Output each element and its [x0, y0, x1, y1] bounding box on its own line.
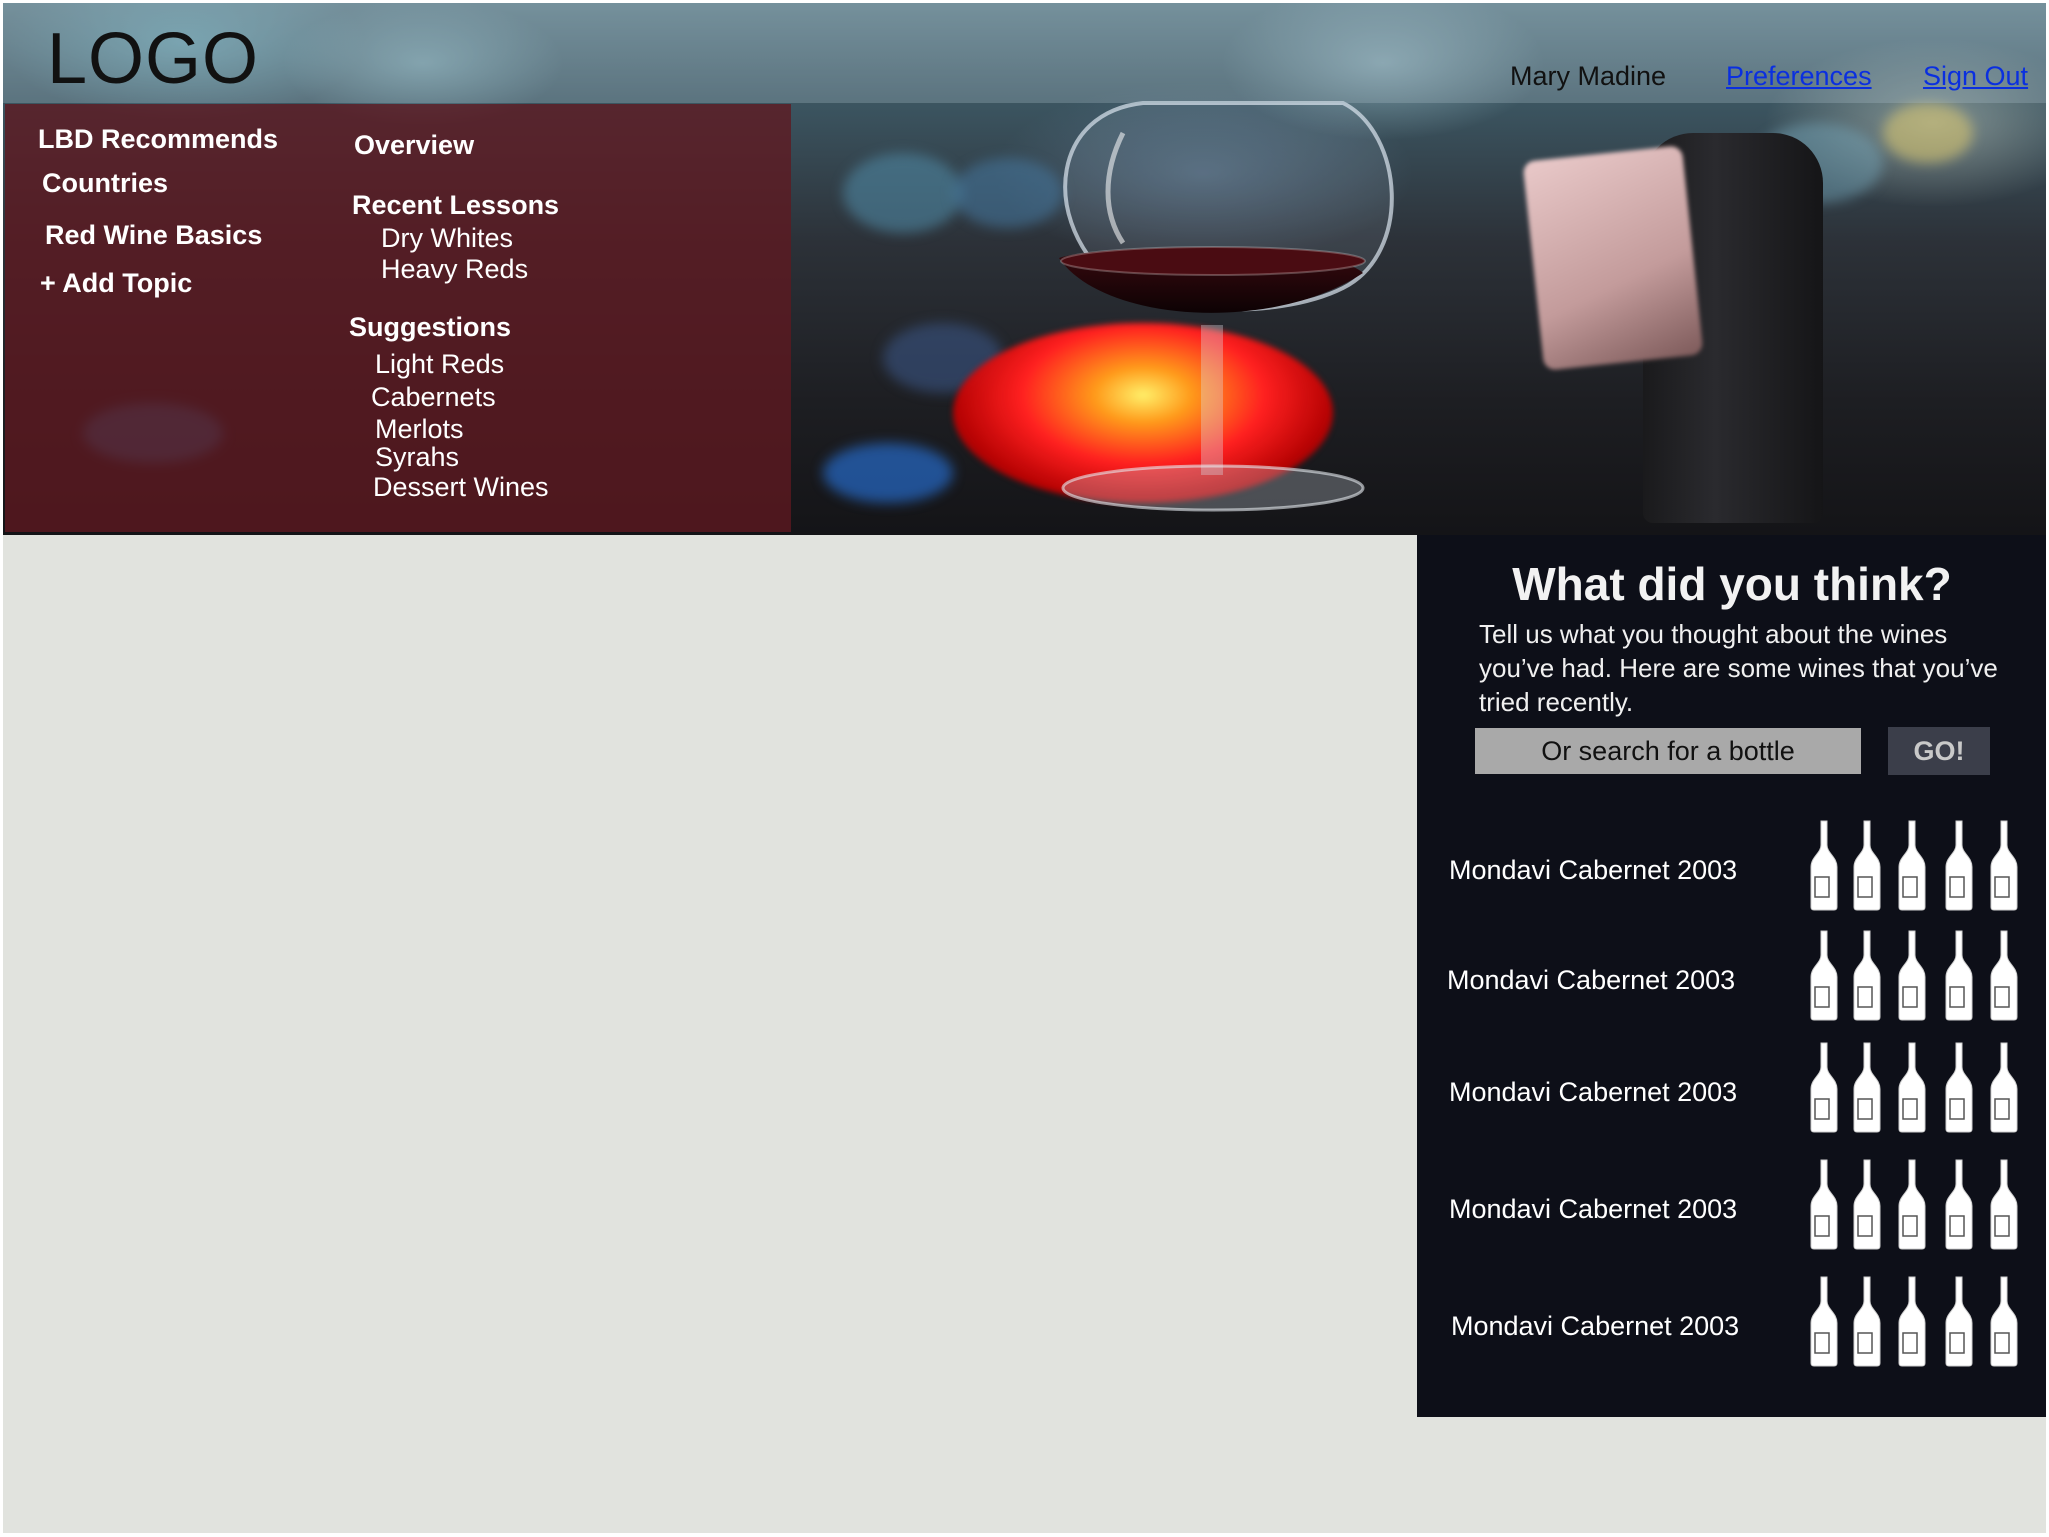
wine-bottle-icon[interactable] — [1852, 1158, 1882, 1250]
feedback-description: Tell us what you thought about the wines… — [1479, 619, 1998, 717]
wine-bottle-icon[interactable] — [1852, 1275, 1882, 1367]
wine-bottle-icon[interactable] — [1809, 1041, 1839, 1133]
preferences-link[interactable]: Preferences — [1726, 61, 1872, 92]
bottle-search-input[interactable] — [1475, 728, 1861, 774]
feedback-title: What did you think? — [1512, 558, 1952, 610]
nav-topic-countries[interactable]: Countries — [42, 168, 168, 199]
wine-bottle-icon[interactable] — [1809, 819, 1839, 911]
wine-row: Mondavi Cabernet 2003 — [1417, 1275, 2046, 1375]
navigation-panel: LBD Recommends Countries Red Wine Basics… — [5, 104, 791, 532]
go-button[interactable]: GO! — [1888, 727, 1990, 775]
recent-lessons-heading: Recent Lessons — [352, 190, 560, 220]
hero-banner: LOGO Mary Madine Preferences Sign Out LB… — [3, 3, 2046, 535]
wine-bottle-icon[interactable] — [1897, 1041, 1927, 1133]
user-name: Mary Madine — [1510, 61, 1667, 91]
feedback-panel: What did you think? Tell us what you tho… — [1417, 535, 2046, 1417]
wine-bottle-icon[interactable] — [1897, 1275, 1927, 1367]
wine-bottle-icon[interactable] — [1989, 1158, 2019, 1250]
bokeh-light — [1883, 103, 1973, 163]
nav-overview[interactable]: Overview — [354, 130, 474, 161]
wine-name: Mondavi Cabernet 2003 — [1449, 855, 1738, 885]
wine-bottle-icon[interactable] — [1809, 1158, 1839, 1250]
wine-name: Mondavi Cabernet 2003 — [1451, 1311, 1740, 1341]
nav-topic-lbd-recommends[interactable]: LBD Recommends — [38, 124, 278, 155]
suggestion-item-light-reds[interactable]: Light Reds — [375, 349, 504, 380]
wine-name: Mondavi Cabernet 2003 — [1447, 965, 1736, 995]
suggestion-item-dessert-wines[interactable]: Dessert Wines — [373, 472, 549, 503]
wine-bottle-icon[interactable] — [1897, 929, 1927, 1021]
wine-glass-illustration — [1059, 101, 1394, 512]
bottle-rating — [1809, 929, 2039, 1024]
nav-topic-red-wine-basics[interactable]: Red Wine Basics — [45, 220, 262, 251]
wine-bottle-icon[interactable] — [1989, 929, 2019, 1021]
wine-bottle-icon[interactable] — [1989, 1275, 2019, 1367]
wine-bottle-icon[interactable] — [1809, 1275, 1839, 1367]
wine-bottle-icon[interactable] — [1897, 1158, 1927, 1250]
wine-bottle-icon[interactable] — [1852, 929, 1882, 1021]
wine-row: Mondavi Cabernet 2003 — [1417, 1158, 2046, 1258]
wine-row: Mondavi Cabernet 2003 — [1417, 1041, 2046, 1141]
bottle-rating — [1809, 819, 2039, 914]
app-frame: LOGO Mary Madine Preferences Sign Out LB… — [3, 3, 2046, 1533]
wine-bottle-icon[interactable] — [1852, 819, 1882, 911]
lesson-item-heavy-reds[interactable]: Heavy Reds — [381, 254, 528, 285]
sign-out-link[interactable]: Sign Out — [1923, 61, 2028, 92]
wine-bottle-icon[interactable] — [1944, 929, 1974, 1021]
wine-row: Mondavi Cabernet 2003 — [1417, 819, 2046, 919]
wine-bottle-icon[interactable] — [1944, 1275, 1974, 1367]
wine-bottle-icon[interactable] — [1944, 1158, 1974, 1250]
wine-bottle-icon[interactable] — [1989, 819, 2019, 911]
wine-bottle-icon[interactable] — [1944, 819, 1974, 911]
suggestion-item-syrahs[interactable]: Syrahs — [375, 442, 459, 473]
bottle-rating — [1809, 1041, 2039, 1136]
wine-bottle-icon[interactable] — [1989, 1041, 2019, 1133]
wine-bottle-icon[interactable] — [1944, 1041, 1974, 1133]
wine-name: Mondavi Cabernet 2003 — [1449, 1077, 1738, 1107]
logo[interactable]: LOGO — [47, 19, 259, 99]
wine-name: Mondavi Cabernet 2003 — [1449, 1194, 1738, 1224]
suggestion-item-cabernets[interactable]: Cabernets — [371, 382, 496, 413]
add-topic-button[interactable]: + Add Topic — [40, 268, 192, 299]
bottle-rating — [1809, 1158, 2039, 1253]
bottle-rating — [1809, 1275, 2039, 1370]
wine-bottle-icon[interactable] — [1852, 1041, 1882, 1133]
wine-bottle-icon[interactable] — [1809, 929, 1839, 1021]
wine-row: Mondavi Cabernet 2003 — [1417, 929, 2046, 1029]
suggestion-item-merlots[interactable]: Merlots — [375, 414, 464, 445]
suggestions-heading: Suggestions — [349, 312, 512, 342]
lesson-item-dry-whites[interactable]: Dry Whites — [381, 223, 513, 254]
wine-bottle-icon[interactable] — [1897, 819, 1927, 911]
